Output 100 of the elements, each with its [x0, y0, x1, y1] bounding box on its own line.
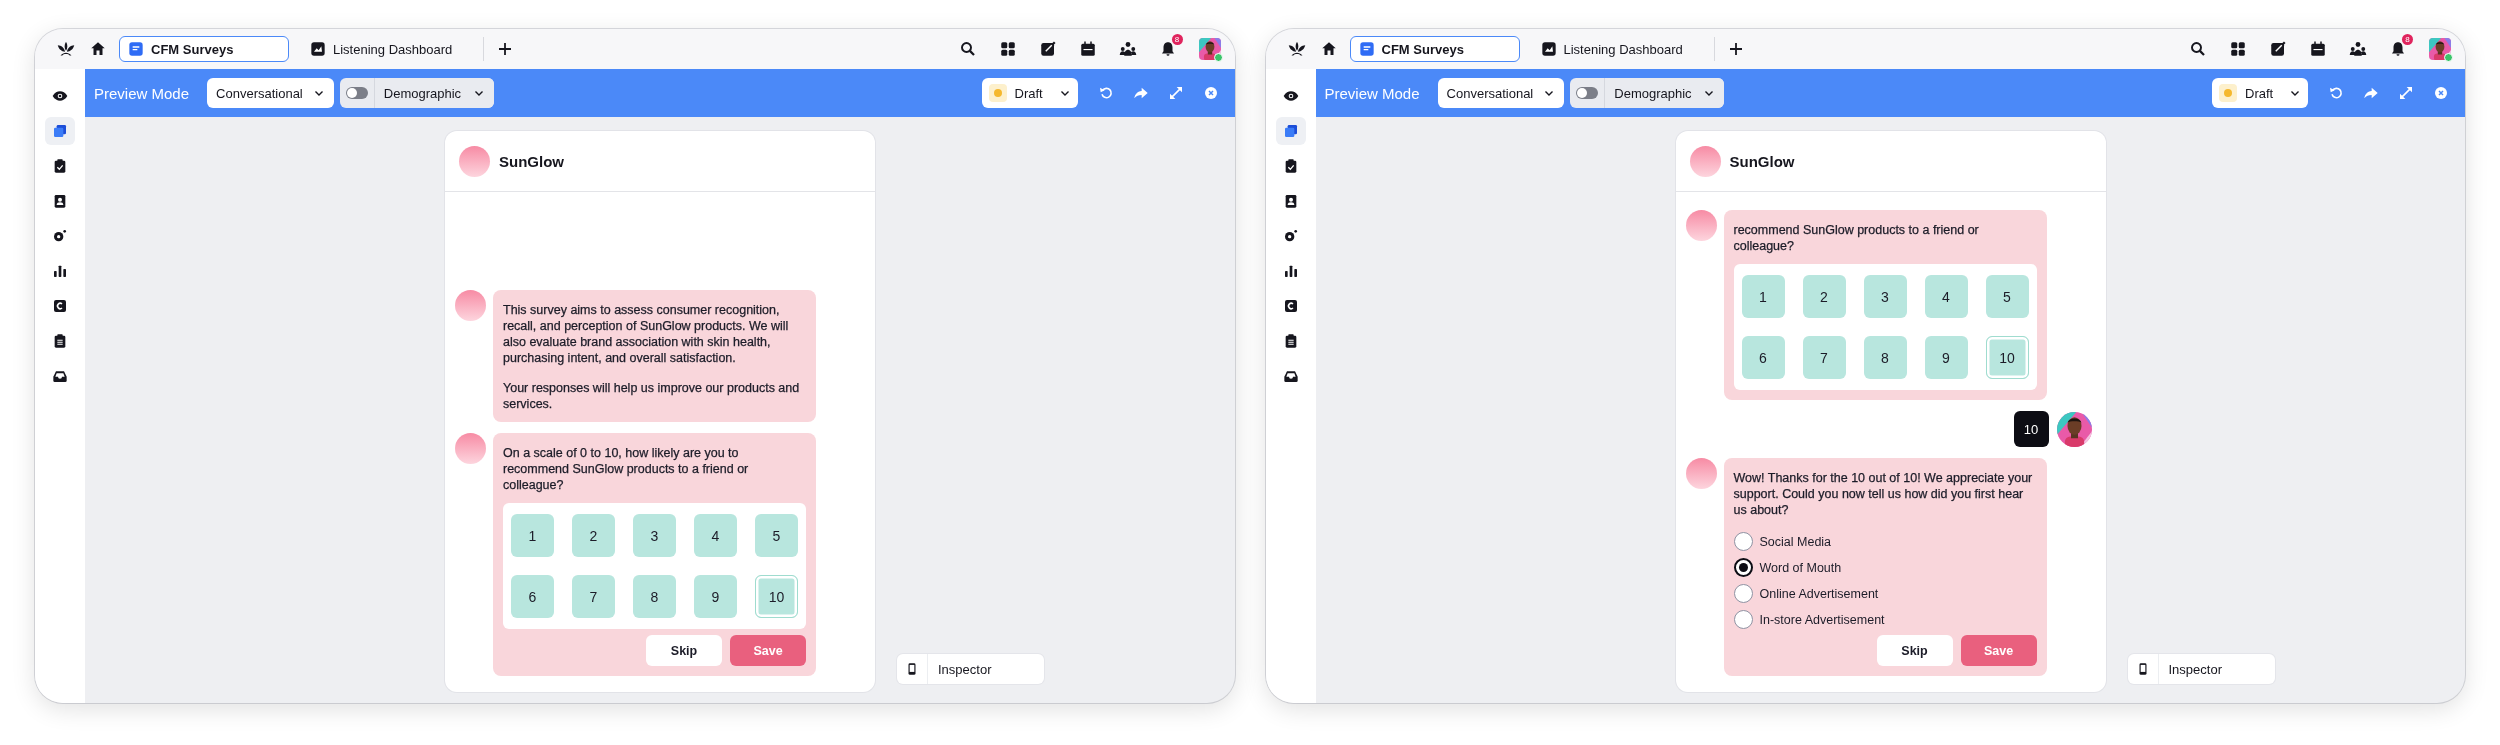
search-icon[interactable]	[958, 40, 977, 58]
rating-option[interactable]: 9	[694, 575, 737, 618]
edit-icon[interactable]	[2269, 40, 2287, 58]
option-label[interactable]: Social Media	[1759, 534, 1832, 549]
letter-square-icon[interactable]	[1282, 298, 1299, 314]
bot-avatar	[455, 433, 486, 464]
plus-icon[interactable]	[496, 40, 514, 58]
edit-icon[interactable]	[1038, 40, 1057, 58]
tab[interactable]: Listening Dashboard	[1531, 36, 1702, 62]
rating-option[interactable]: 8	[1863, 336, 1907, 379]
home-icon[interactable]	[89, 40, 107, 58]
message-text: This survey aims to assess consumer recognition, recall, and perception of SunGlow products. We will also evaluate brand association with skin health, purchasing intent, and overall satisfaction.	[503, 302, 790, 366]
option-label[interactable]: Word of Mouth	[1759, 560, 1842, 575]
calendar-icon[interactable]	[1078, 40, 1097, 58]
share-icon[interactable]	[2363, 85, 2379, 101]
rating-option[interactable]: 5	[755, 514, 798, 557]
sidebar-item[interactable]	[1275, 117, 1306, 145]
inspector-button[interactable]: Inspector	[2127, 654, 2275, 684]
skip-button[interactable]: Skip	[646, 635, 722, 666]
toggle-switch[interactable]	[345, 87, 368, 99]
grid-icon[interactable]	[2229, 40, 2247, 58]
cubes-icon	[1282, 123, 1299, 139]
calendar-icon[interactable]	[2309, 40, 2327, 58]
radio-button[interactable]	[1733, 610, 1753, 629]
people-icon[interactable]	[1118, 40, 1137, 58]
survey-tab-icon	[128, 41, 144, 57]
reply-bubble: 10	[2013, 411, 2049, 447]
expand-icon[interactable]	[1167, 85, 1184, 101]
demographic-dropdown[interactable]: Demographic	[1604, 78, 1725, 108]
demographic-dropdown[interactable]: Demographic	[373, 78, 494, 108]
close-icon[interactable]	[1202, 85, 1219, 101]
mode-title: Preview Mode	[1324, 84, 1420, 102]
rating-option[interactable]: 6	[511, 575, 554, 618]
message-text: Your responses will help us improve our products and services.	[503, 380, 801, 412]
clipboard-list-icon[interactable]	[52, 333, 68, 349]
option-label[interactable]: Online Advertisement	[1759, 586, 1879, 601]
rating-option[interactable]: 4	[694, 514, 737, 557]
dashboard-tab-icon	[310, 41, 326, 57]
rating-option[interactable]: 10	[1985, 336, 2029, 379]
bot-avatar	[1689, 145, 1721, 177]
refresh-icon[interactable]	[2328, 85, 2344, 101]
letter-square-icon[interactable]	[52, 298, 68, 314]
option-label[interactable]: In-store Advertisement	[1759, 612, 1885, 627]
inbox-icon[interactable]	[1282, 368, 1299, 384]
rating-option[interactable]: 3	[633, 514, 676, 557]
survey-tab-icon	[1358, 41, 1375, 57]
chat-title: SunGlow	[1729, 152, 1795, 170]
eye-icon[interactable]	[52, 88, 68, 104]
search-icon[interactable]	[2189, 40, 2207, 58]
grid-icon[interactable]	[998, 40, 1017, 58]
close-icon[interactable]	[2433, 85, 2449, 101]
gear-icon[interactable]	[52, 228, 68, 244]
inspector-button[interactable]: Inspector	[897, 654, 1044, 684]
clipboard-check-icon[interactable]	[52, 158, 68, 174]
question-text: On a scale of 0 to 10, how likely are you to recommend SunGlow products to a friend or colleague?	[503, 445, 750, 493]
bot-avatar	[455, 290, 486, 321]
rating-option[interactable]: 2	[572, 514, 615, 557]
status-dot	[2224, 89, 2232, 97]
bar-chart-icon[interactable]	[1282, 263, 1299, 279]
inbox-icon[interactable]	[52, 368, 68, 384]
toggle-switch[interactable]	[1576, 87, 1599, 99]
rating-option[interactable]: 5	[1985, 275, 2029, 318]
gear-icon[interactable]	[1282, 228, 1299, 244]
status-dropdown[interactable]: Draft	[2212, 78, 2308, 108]
cubes-icon	[52, 123, 68, 139]
rating-option[interactable]: 8	[633, 575, 676, 618]
rating-option[interactable]: 10	[755, 575, 798, 618]
status-dropdown[interactable]: Draft	[981, 78, 1078, 108]
refresh-icon[interactable]	[1097, 85, 1114, 101]
skip-button[interactable]: Skip	[1876, 635, 1953, 666]
expand-icon[interactable]	[2398, 85, 2414, 101]
rating-option[interactable]: 7	[572, 575, 615, 618]
mode-dropdown[interactable]: Conversational	[1437, 78, 1565, 108]
people-icon[interactable]	[2349, 40, 2367, 58]
rating-option[interactable]: 2	[1802, 275, 1846, 318]
rating-option[interactable]: 1	[511, 514, 554, 557]
rating-option[interactable]: 9	[1924, 336, 1968, 379]
share-icon[interactable]	[1132, 85, 1149, 101]
rating-option[interactable]: 6	[1741, 336, 1785, 379]
question-text: Wow! Thanks for the 10 out of 10! We appreciate your support. Could you now tell us how did you first hear us about?	[1733, 470, 2034, 518]
tab[interactable]: Listening Dashboard	[301, 36, 471, 62]
status-dot	[993, 89, 1002, 97]
contact-card-icon[interactable]	[52, 193, 68, 209]
radio-button[interactable]	[1733, 584, 1753, 603]
rating-option[interactable]: 4	[1924, 275, 1968, 318]
rating-option[interactable]: 1	[1741, 275, 1785, 318]
question-text: recommend SunGlow products to a friend or colleague?	[1733, 222, 1980, 254]
tab[interactable]: CFM Surveys	[1349, 36, 1520, 62]
bell-icon[interactable]	[2389, 40, 2407, 58]
radio-button[interactable]	[1733, 558, 1753, 577]
radio-button[interactable]	[1733, 532, 1753, 551]
eye-icon[interactable]	[1282, 88, 1299, 104]
bot-avatar	[1685, 458, 1717, 489]
rating-option[interactable]: 3	[1863, 275, 1907, 318]
mode-title: Preview Mode	[94, 84, 190, 102]
tab[interactable]: CFM Surveys	[119, 36, 289, 62]
sidebar-item[interactable]	[45, 117, 75, 145]
rating-option[interactable]: 7	[1802, 336, 1846, 379]
mode-dropdown[interactable]: Conversational	[207, 78, 334, 108]
bar-chart-icon[interactable]	[52, 263, 68, 279]
